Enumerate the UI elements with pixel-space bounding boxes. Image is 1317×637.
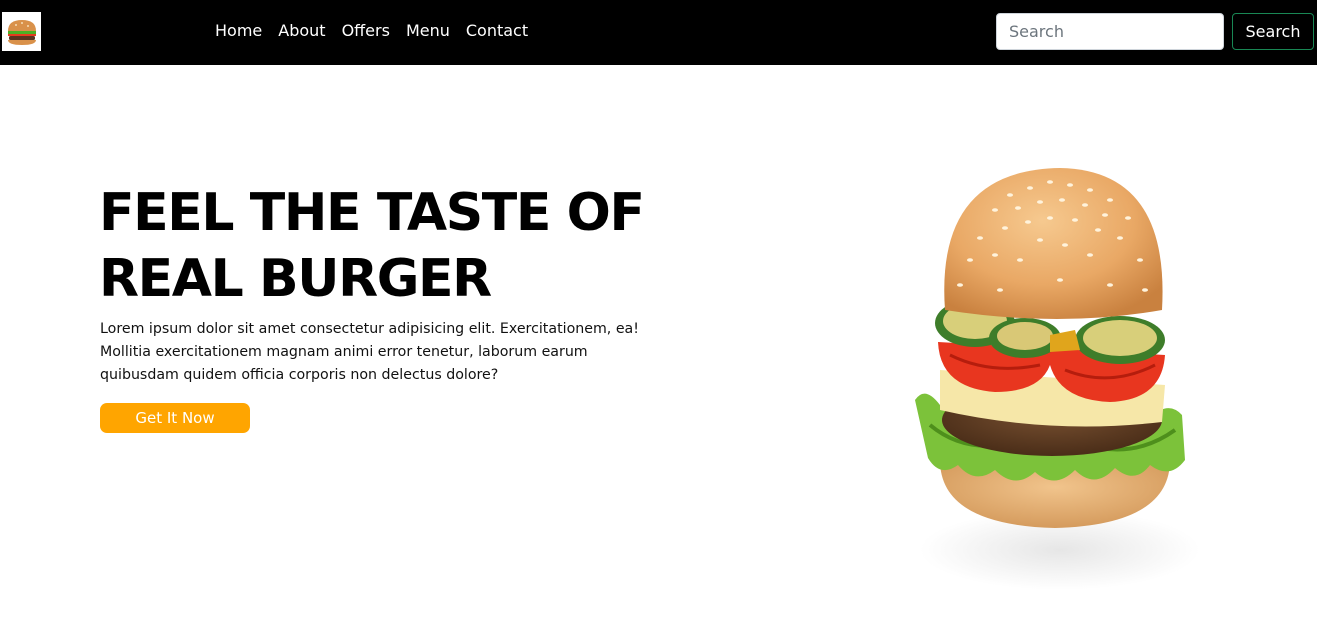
- hero-title: FEEL THE TASTE OF REAL BURGER: [99, 183, 645, 309]
- burger-image: [900, 160, 1210, 600]
- search-input[interactable]: [996, 13, 1224, 50]
- navbar: Home About Offers Menu Contact Search: [0, 0, 1317, 65]
- burger-logo-icon[interactable]: [2, 12, 41, 51]
- search-button[interactable]: Search: [1232, 13, 1314, 50]
- nav-link-about[interactable]: About: [278, 21, 325, 41]
- nav-link-menu[interactable]: Menu: [406, 21, 450, 41]
- nav-link-contact[interactable]: Contact: [466, 21, 528, 41]
- get-it-now-button[interactable]: Get It Now: [100, 403, 250, 433]
- nav-links: Home About Offers Menu Contact: [215, 21, 528, 41]
- nav-link-home[interactable]: Home: [215, 21, 262, 41]
- nav-link-offers[interactable]: Offers: [342, 21, 390, 41]
- hero-text: Lorem ipsum dolor sit amet consectetur a…: [100, 321, 639, 383]
